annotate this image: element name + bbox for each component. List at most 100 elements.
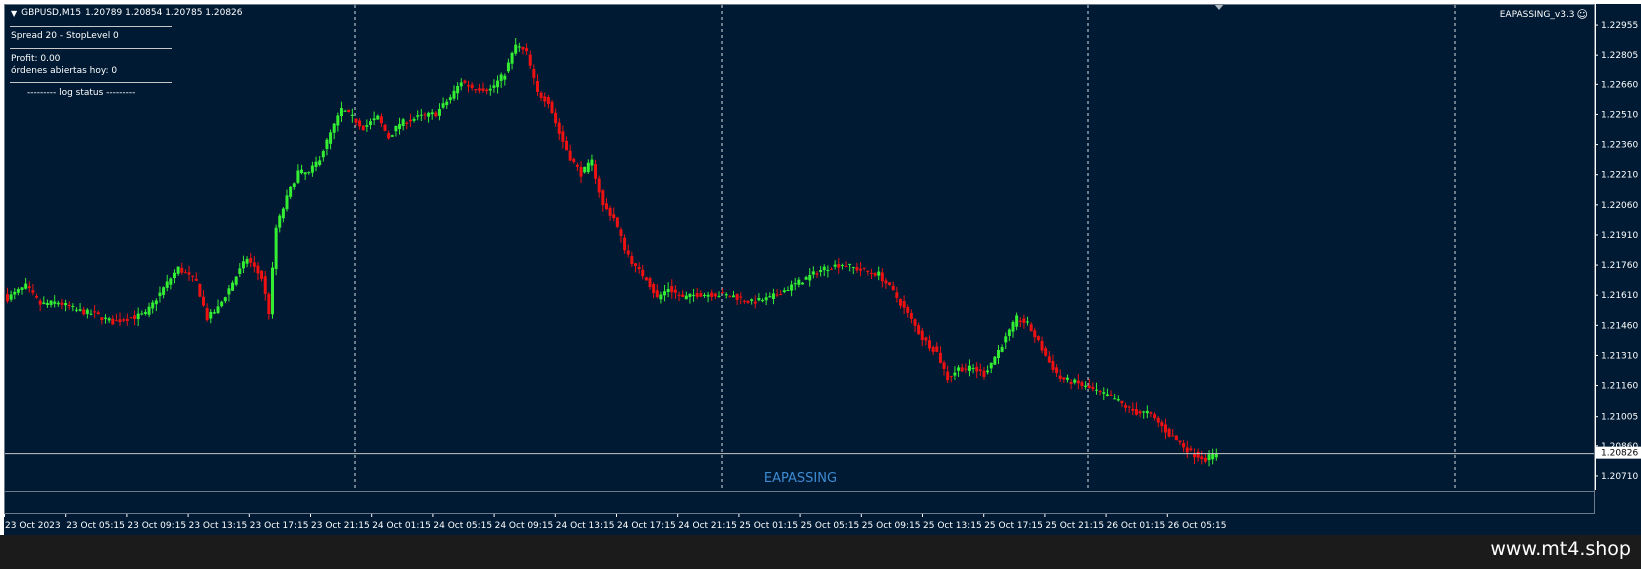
time-tick-label: 26 Oct 01:15 <box>1107 521 1166 531</box>
candle-body <box>332 123 336 133</box>
candle-body <box>920 330 924 341</box>
candle-body <box>1058 375 1062 379</box>
candle-body <box>1011 322 1015 332</box>
price-tick-label: 1.21310 <box>1601 351 1638 361</box>
candle-body <box>1174 435 1178 441</box>
candle-body <box>1167 428 1171 437</box>
price-tick-label: 1.21910 <box>1601 231 1638 241</box>
chart-window[interactable]: ▼ GBPUSD,M15 1.20789 1.20854 1.20785 1.2… <box>4 4 1595 514</box>
candle-body <box>194 278 198 281</box>
symbol-header: ▼ GBPUSD,M15 1.20789 1.20854 1.20785 1.2… <box>11 8 243 18</box>
candle-body <box>1044 348 1048 356</box>
candle-body <box>474 89 478 91</box>
candle-body <box>220 301 224 307</box>
candle-body <box>1182 443 1186 448</box>
candle-body <box>289 186 293 197</box>
candle-body <box>1047 356 1051 363</box>
candle-body <box>292 183 296 187</box>
ea-watermark: EAPASSING <box>763 471 838 486</box>
candle-body <box>906 306 910 313</box>
time-tick-label: 23 Oct 09:15 <box>127 521 186 531</box>
candle-body <box>448 97 452 101</box>
price-scale[interactable]: 1.22955 1.22805 1.22660 1.22510 1.22360 1.222… <box>1595 4 1641 514</box>
candle-body <box>369 121 372 125</box>
footer-bar: www.mt4.shop <box>0 535 1641 569</box>
candle-body <box>1065 377 1069 380</box>
candle-body <box>644 277 648 281</box>
candle-body <box>681 294 685 298</box>
candle-body <box>267 293 271 315</box>
dropdown-triangle-icon[interactable]: ▼ <box>11 9 17 18</box>
candle-body <box>525 48 529 52</box>
candle-body <box>771 293 775 299</box>
candle-body <box>949 376 953 378</box>
candle-body <box>1073 379 1077 383</box>
candle-body <box>1160 422 1164 427</box>
candle-body <box>125 318 129 321</box>
candle-body <box>234 276 238 285</box>
candle-body <box>1055 367 1059 373</box>
candle-body <box>1207 454 1211 461</box>
candle-body <box>728 296 732 298</box>
candle-body <box>975 366 979 372</box>
candle-body <box>387 132 391 139</box>
candle-body <box>1040 340 1044 351</box>
candle-body <box>358 120 362 127</box>
candle-body <box>830 268 834 270</box>
candle-body <box>463 80 467 83</box>
candle-body <box>826 270 830 272</box>
candle-body <box>521 46 525 50</box>
candle-body <box>837 263 841 268</box>
candle-body <box>822 266 826 271</box>
chart-shift-marker-icon[interactable] <box>1214 5 1224 10</box>
candle-body <box>499 74 503 81</box>
candle-body <box>416 115 420 117</box>
candle-body <box>938 352 942 363</box>
candle-body <box>800 282 804 285</box>
candle-body <box>441 103 445 108</box>
candlestick-chart[interactable] <box>5 5 1595 514</box>
candle-body <box>198 283 202 297</box>
candle-body <box>652 284 656 294</box>
candle-body <box>1185 447 1189 453</box>
time-tick-label: 23 Oct 21:15 <box>311 521 370 531</box>
candle-body <box>270 267 274 315</box>
candle-body <box>859 268 863 271</box>
candle-body <box>408 119 412 122</box>
candle-body <box>1214 453 1218 458</box>
candle-body <box>1095 389 1098 391</box>
candle-body <box>1026 321 1030 323</box>
candle-body <box>877 271 881 276</box>
candle-body <box>423 114 427 116</box>
panel-divider <box>10 26 172 27</box>
candle-body <box>615 217 619 227</box>
candle-body <box>1102 392 1106 394</box>
candle-body <box>761 300 765 302</box>
candle-body <box>902 301 906 308</box>
candle-body <box>637 266 641 270</box>
candle-body <box>165 281 169 288</box>
candle-body <box>528 54 532 66</box>
candle-body <box>60 302 64 305</box>
candle-body <box>485 89 489 92</box>
candle-body <box>764 297 768 301</box>
candle-body <box>452 90 456 99</box>
candle-body <box>866 270 870 272</box>
candle-body <box>238 268 242 274</box>
time-tick-label: 24 Oct 01:15 <box>372 521 431 531</box>
candle-body <box>1029 324 1033 332</box>
candle-body <box>35 296 39 298</box>
price-tick-label: 1.22360 <box>1601 141 1638 151</box>
candle-body <box>1127 406 1131 408</box>
candle-body <box>140 313 144 315</box>
candle-body <box>13 291 17 295</box>
time-tick-label: 23 Oct 17:15 <box>250 521 309 531</box>
time-scale[interactable]: 23 Oct 2023 23 Oct 05:15 23 Oct 09:15 23 Oc… <box>4 514 1641 535</box>
candle-body <box>321 151 325 158</box>
candle-body <box>946 371 950 381</box>
time-tick-label: 25 Oct 13:15 <box>923 521 982 531</box>
candle-body <box>506 62 510 72</box>
price-tick-label: 1.22510 <box>1601 110 1638 120</box>
candle-body <box>692 294 696 296</box>
candle-body <box>162 287 166 295</box>
